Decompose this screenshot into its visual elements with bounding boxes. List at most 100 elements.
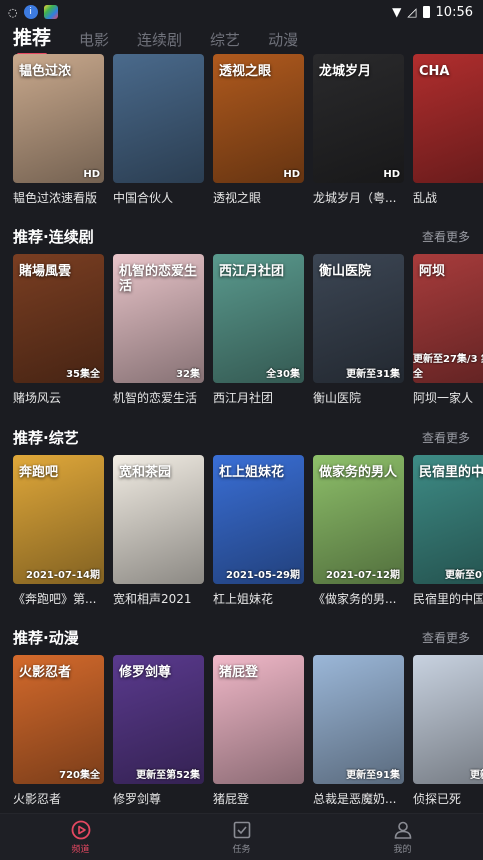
video-card[interactable]: 修罗剑尊 更新至第52集修罗剑尊 [113, 655, 204, 807]
episode-badge: 更新至27集/3 集全 [413, 354, 483, 380]
episode-badge: 更新至第52集 [136, 770, 200, 781]
video-title[interactable]: 《奔跑吧》第... [13, 590, 104, 607]
poster-thumbnail[interactable]: 透视之眼 HD [213, 54, 304, 183]
video-title[interactable]: 机智的恋爱生活 [113, 389, 204, 406]
video-card[interactable]: 中国合伙人 [113, 54, 204, 206]
video-title[interactable]: 西江月社团 [213, 389, 304, 406]
poster-thumbnail[interactable]: 西江月社团 全30集 [213, 254, 304, 383]
anime-row: 火影忍者 720集全 火影忍者 修罗剑尊 更新至第52集 修罗剑尊 猪屁登 猪屁登 更新至91集… [13, 655, 483, 807]
video-title[interactable]: 总裁是恶魔奶... [313, 790, 404, 807]
see-more-link[interactable]: 查看更多 [422, 228, 470, 245]
video-title[interactable]: 修罗剑尊 [113, 790, 204, 807]
poster-thumbnail[interactable]: 修罗剑尊 更新至第52集 [113, 655, 204, 784]
video-card[interactable]: 猪屁登 猪屁登 [213, 655, 304, 807]
video-title[interactable]: 韫色过浓速看版 [13, 189, 104, 206]
video-title[interactable]: 赌场风云 [13, 389, 104, 406]
poster-thumbnail[interactable]: 奔跑吧 2021-07-14期 [13, 455, 104, 584]
user-icon [394, 821, 411, 839]
section-title: 推荐·综艺 [13, 429, 79, 447]
video-card[interactable]: 更新至侦探已死 [413, 655, 483, 807]
video-title[interactable]: 阿坝一家人 [413, 389, 483, 406]
nav-mine[interactable]: 我的 [322, 814, 483, 860]
video-card[interactable]: 奔跑吧 2021-07-14期《奔跑吧》第... [13, 455, 104, 607]
video-title[interactable]: 杠上姐妹花 [213, 590, 304, 607]
video-card[interactable]: 宽和茶园宽和相声2021 [113, 455, 204, 607]
nav-channel[interactable]: 频道 [0, 814, 161, 860]
poster-thumbnail[interactable]: 火影忍者 720集全 [13, 655, 104, 784]
status-left-icons: ◌ i [0, 5, 58, 19]
poster-thumbnail[interactable]: 賭場風雲 35集全 [13, 254, 104, 383]
section-title: 推荐·动漫 [13, 629, 79, 647]
app-store-icon [43, 5, 58, 19]
video-card[interactable]: 透视之眼 HD 透视之眼 [213, 54, 304, 206]
poster-text: 韫色过浓 [19, 64, 72, 79]
poster-thumbnail[interactable]: 做家务的男人 2021-07-12期 [313, 455, 404, 584]
episode-badge: 更新至91集 [346, 770, 400, 781]
tab-movie[interactable]: 电影 [79, 29, 109, 54]
video-card[interactable]: 賭場風雲 35集全赌场风云 [13, 254, 104, 406]
poster-thumbnail[interactable]: 猪屁登 [213, 655, 304, 784]
see-more-link[interactable]: 查看更多 [422, 429, 470, 446]
video-card[interactable]: 机智的恋爱生活 32集机智的恋爱生活 [113, 254, 204, 406]
tab-variety[interactable]: 综艺 [210, 29, 240, 54]
see-more-link[interactable]: 查看更多 [422, 629, 470, 646]
video-card[interactable]: 阿坝更新至27集/3 集全阿坝一家人 [413, 254, 483, 406]
video-card[interactable]: 更新至91集总裁是恶魔奶... [313, 655, 404, 807]
tab-anime[interactable]: 动漫 [268, 29, 298, 54]
poster-thumbnail[interactable]: 衡山医院 更新至31集 [313, 254, 404, 383]
tab-recommend[interactable]: 推荐 [13, 23, 51, 56]
video-card[interactable]: 火影忍者 720集全火影忍者 [13, 655, 104, 807]
video-title[interactable]: 民宿里的中国 [413, 590, 483, 607]
video-card[interactable]: 龙城岁月 HD 龙城岁月（粤... [313, 54, 404, 206]
poster-thumbnail[interactable]: CHA [413, 54, 483, 183]
poster-text: CHA [419, 64, 450, 79]
featured-row: 韫色过浓 HD 韫色过浓速看版 中国合伙人 透视之眼 HD 透视之眼 龙城岁月 HD 龙城岁月（粤… [13, 54, 483, 206]
poster-thumbnail[interactable]: 宽和茶园 [113, 455, 204, 584]
poster-thumbnail[interactable]: 更新至 [413, 655, 483, 784]
video-title[interactable]: 宽和相声2021 [113, 590, 204, 607]
section-header-variety: 推荐·综艺 查看更多 [13, 427, 470, 448]
poster-thumbnail[interactable]: 杠上姐妹花 2021-05-29期 [213, 455, 304, 584]
poster-thumbnail[interactable]: 机智的恋爱生活 32集 [113, 254, 204, 383]
video-title[interactable]: 中国合伙人 [113, 189, 204, 206]
episode-badge: 更新至07-1 [444, 570, 483, 581]
video-card[interactable]: CHA 乱战 [413, 54, 483, 206]
poster-thumbnail[interactable]: 阿坝更新至27集/3 集全 [413, 254, 483, 383]
video-title[interactable]: 透视之眼 [213, 189, 304, 206]
video-card[interactable]: 杠上姐妹花 2021-05-29期 杠上姐妹花 [213, 455, 304, 607]
video-title[interactable]: 《做家务的男... [313, 590, 404, 607]
poster-text: 猪屁登 [219, 665, 259, 680]
video-card[interactable]: 民宿里的中国更新至07-1 民宿里的中国 [413, 455, 483, 607]
battery-icon [422, 6, 430, 18]
poster-thumbnail[interactable]: 韫色过浓 HD [13, 54, 104, 183]
nav-label: 任务 [232, 844, 251, 855]
video-title[interactable]: 乱战 [413, 189, 483, 206]
poster-text: 龙城岁月 [319, 64, 372, 79]
poster-thumbnail[interactable]: 更新至91集 [313, 655, 404, 784]
poster-text: 杠上姐妹花 [219, 465, 285, 480]
series-row: 賭場風雲 35集全 赌场风云 机智的恋爱生活 32集 机智的恋爱生活 西江月社团 全30集 西江… [13, 254, 483, 406]
poster-text: 衡山医院 [319, 264, 372, 279]
video-title[interactable]: 猪屁登 [213, 790, 304, 807]
video-card[interactable]: 西江月社团 全30集西江月社团 [213, 254, 304, 406]
video-card[interactable]: 韫色过浓 HD 韫色过浓速看版 [13, 54, 104, 206]
nav-label: 我的 [393, 844, 412, 855]
poster-thumbnail[interactable]: 龙城岁月 HD [313, 54, 404, 183]
status-bar: ◌ i ▼ ◿ 10:56 [0, 0, 483, 24]
video-card[interactable]: 衡山医院 更新至31集 衡山医院 [313, 254, 404, 406]
poster-thumbnail[interactable] [113, 54, 204, 183]
video-card[interactable]: 做家务的男人 2021-07-12期《做家务的男... [313, 455, 404, 607]
video-title[interactable]: 火影忍者 [13, 790, 104, 807]
episode-badge: 32集 [176, 369, 200, 380]
poster-text: 透视之眼 [219, 64, 272, 79]
variety-row: 奔跑吧 2021-07-14期 《奔跑吧》第... 宽和茶园 宽和相声2021 杠上姐妹花… [13, 455, 483, 607]
tab-series[interactable]: 连续剧 [137, 29, 182, 54]
nav-task[interactable]: 任务 [161, 814, 322, 860]
status-right: ▼ ◿ 10:56 [392, 5, 483, 20]
episode-badge: HD [383, 169, 400, 180]
episode-badge: HD [283, 169, 300, 180]
video-title[interactable]: 龙城岁月（粤... [313, 189, 404, 206]
video-title[interactable]: 衡山医院 [313, 389, 404, 406]
poster-thumbnail[interactable]: 民宿里的中国更新至07-1 [413, 455, 483, 584]
video-title[interactable]: 侦探已死 [413, 790, 483, 807]
